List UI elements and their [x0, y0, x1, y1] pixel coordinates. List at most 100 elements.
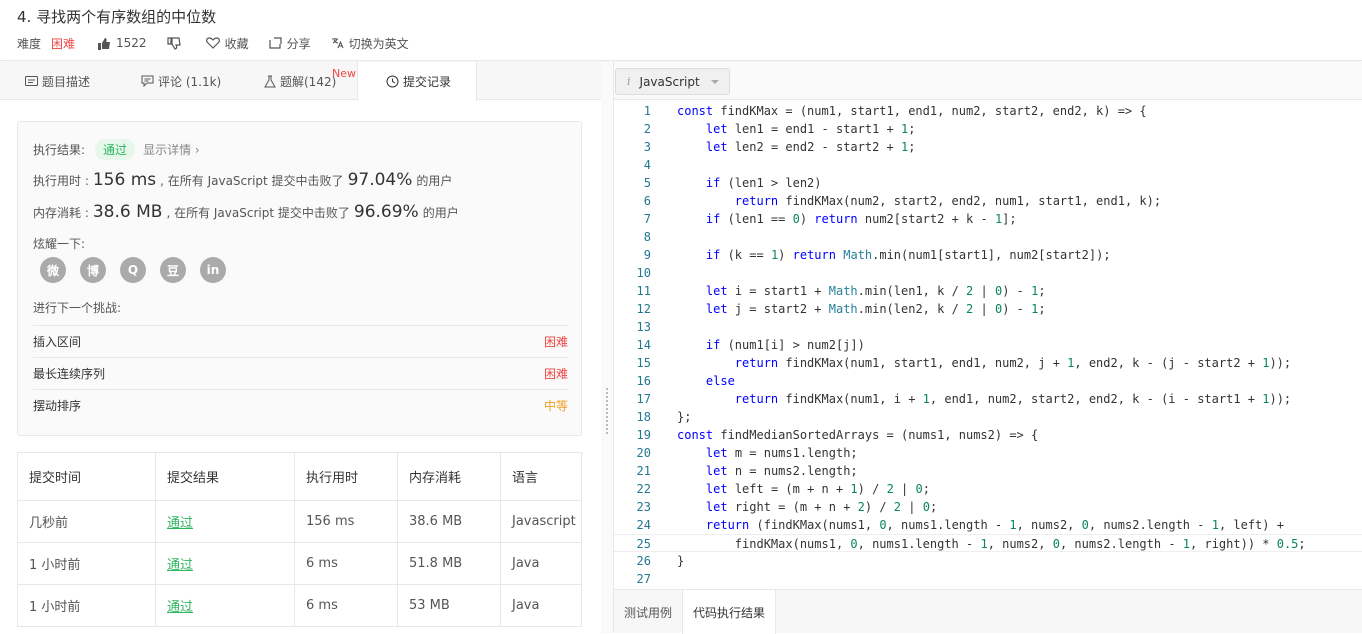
- tab-description[interactable]: 题目描述: [25, 62, 90, 100]
- favorite-label: 收藏: [224, 36, 249, 51]
- like-button[interactable]: 1522: [97, 36, 147, 50]
- switch-language-label: 切换为英文: [348, 36, 409, 51]
- switch-language-button[interactable]: 切换为英文: [331, 35, 409, 52]
- challenge-item[interactable]: 最长连续序列 困难: [33, 357, 568, 389]
- code-line: 15 return findKMax(num1, start1, end1, n…: [614, 354, 1362, 372]
- submissions-table: 提交时间 提交结果 执行用时 内存消耗 语言 几秒前 通过 156 ms 38.…: [17, 452, 582, 627]
- comment-icon: [141, 75, 154, 87]
- line-number: 10: [636, 266, 651, 280]
- column-header: 内存消耗: [397, 452, 501, 501]
- tab-comments[interactable]: 评论 (1.1k): [141, 62, 221, 100]
- code-text: let left = (m + n + 1) / 2 | 0;: [705, 482, 930, 496]
- share-label: 分享: [286, 36, 311, 51]
- code-text: let n = nums2.length;: [705, 464, 858, 478]
- dislike-button[interactable]: [166, 36, 186, 50]
- problem-meta: 难度 困难 1522 收藏 分享 切换为英文: [17, 34, 429, 52]
- memory-tail: 的用户: [422, 205, 459, 220]
- line-number: 24: [636, 518, 651, 532]
- runtime-value: 156 ms: [92, 170, 157, 190]
- code-text: let m = nums1.length;: [705, 446, 858, 460]
- like-count: 1522: [116, 36, 147, 50]
- favorite-button[interactable]: 收藏: [205, 35, 249, 52]
- weibo-icon[interactable]: 博: [80, 257, 106, 283]
- code-text: };: [677, 410, 692, 424]
- info-icon: i: [627, 75, 631, 88]
- memory-cell: 38.6 MB: [397, 500, 501, 543]
- line-number: 11: [636, 284, 651, 298]
- show-details-link[interactable]: 显示详情 ›: [143, 141, 200, 158]
- column-header: 语言: [500, 452, 582, 501]
- challenge-difficulty: 困难: [543, 335, 568, 349]
- share-button[interactable]: 分享: [268, 35, 311, 52]
- runtime-cell: 156 ms: [294, 500, 398, 543]
- line-number: 18: [636, 410, 651, 424]
- tab-testcase[interactable]: 测试用例: [624, 590, 672, 634]
- code-line: 13: [614, 318, 1362, 336]
- code-editor[interactable]: 1 const findKMax = (num1, start1, end1, n…: [614, 100, 1362, 588]
- code-line: 5 if (len1 > len2): [614, 174, 1362, 192]
- code-text: }: [677, 554, 685, 568]
- douban-icon[interactable]: 豆: [160, 257, 186, 283]
- result-status-row: 执行结果: 通过 显示详情 ›: [33, 139, 200, 160]
- challenge-item[interactable]: 摆动排序 中等: [33, 389, 568, 421]
- runtime-cell: 6 ms: [294, 542, 398, 585]
- tab-run-result[interactable]: 代码执行结果: [682, 590, 777, 634]
- linkedin-icon[interactable]: in: [200, 257, 226, 283]
- submit-time: 几秒前: [17, 500, 156, 543]
- code-line: 27: [614, 570, 1362, 588]
- challenge-item[interactable]: 插入区间 困难: [33, 325, 568, 357]
- problem-header: 4. 寻找两个有序数组的中位数 难度 困难 1522 收藏 分享 切换为英文: [0, 0, 1362, 61]
- tab-submissions[interactable]: 提交记录: [357, 62, 477, 101]
- code-line: 8: [614, 228, 1362, 246]
- line-number: 16: [636, 374, 651, 388]
- line-number: 7: [643, 212, 651, 226]
- language-select[interactable]: i JavaScript: [615, 68, 730, 95]
- code-text: if (k == 1) return Math.min(num1[start1]…: [705, 248, 1111, 262]
- line-number: 23: [636, 500, 651, 514]
- submit-result-link[interactable]: 通过: [155, 584, 295, 627]
- flask-icon: [264, 75, 276, 87]
- line-number: 15: [636, 356, 651, 370]
- table-row: 几秒前 通过 156 ms 38.6 MB Javascript: [17, 500, 582, 543]
- clock-icon: [386, 75, 399, 88]
- line-number: 26: [636, 554, 651, 568]
- code-line: 11 let i = start1 + Math.min(len1, k / 2…: [614, 282, 1362, 300]
- line-number: 1: [643, 104, 651, 118]
- line-number: 5: [643, 176, 651, 190]
- code-text: let i = start1 + Math.min(len1, k / 2 | …: [705, 284, 1046, 298]
- code-text: if (len1 == 0) return num2[start2 + k - …: [705, 212, 1017, 226]
- runtime-tail: 的用户: [416, 173, 453, 188]
- translate-icon: [331, 38, 344, 49]
- line-number: 13: [636, 320, 651, 334]
- left-panel: 题目描述 评论 (1.1k) 题解(142) New 提交记录 执行结果: 通过…: [0, 62, 601, 633]
- line-number: 25: [636, 537, 651, 551]
- table-row: 1 小时前 通过 6 ms 51.8 MB Java: [17, 542, 582, 585]
- code-line: 3 let len2 = end2 - start2 + 1;: [614, 138, 1362, 156]
- heart-icon: [205, 37, 220, 49]
- tab-solutions[interactable]: 题解(142): [264, 62, 336, 100]
- runtime-label: 执行用时 :: [33, 173, 89, 188]
- wechat-icon[interactable]: 微: [40, 257, 66, 283]
- code-text: return findKMax(num2, start2, end2, num1…: [734, 194, 1162, 208]
- submit-result-link[interactable]: 通过: [155, 542, 295, 585]
- qq-icon[interactable]: Q: [120, 257, 146, 283]
- resize-grip[interactable]: [606, 388, 608, 434]
- code-line: 14 if (num1[i] > num2[j]): [614, 336, 1362, 354]
- result-box: 执行结果: 通过 显示详情 › 执行用时 : 156 ms , 在所有 Java…: [17, 121, 582, 436]
- share-label: 炫耀一下:: [33, 237, 86, 251]
- code-text: return (findKMax(nums1, 0, nums1.length …: [705, 518, 1284, 532]
- code-text: const findMedianSortedArrays = (nums1, n…: [677, 428, 1039, 442]
- next-challenge-label: 进行下一个挑战:: [33, 301, 122, 315]
- line-number: 9: [643, 248, 651, 262]
- thumbs-up-icon: [98, 37, 111, 50]
- memory-label: 内存消耗 :: [33, 205, 89, 220]
- language-value: JavaScript: [639, 74, 700, 89]
- challenge-name: 插入区间: [33, 335, 82, 349]
- panel-divider[interactable]: [601, 62, 613, 633]
- code-line: 22 let left = (m + n + 1) / 2 | 0;: [614, 480, 1362, 498]
- runtime-desc: , 在所有 JavaScript 提交中击败了: [160, 173, 344, 188]
- submit-result-link[interactable]: 通过: [155, 500, 295, 543]
- tab-solutions-label: 题解(142): [280, 74, 337, 89]
- code-line: 21 let n = nums2.length;: [614, 462, 1362, 480]
- memory-row: 内存消耗 : 38.6 MB , 在所有 JavaScript 提交中击败了 9…: [33, 202, 459, 222]
